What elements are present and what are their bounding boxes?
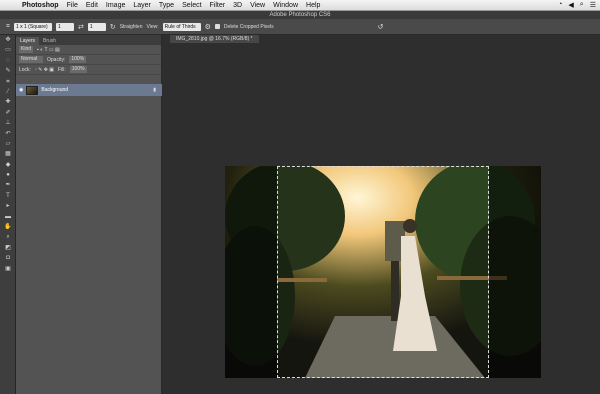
menu-3d[interactable]: 3D [229,2,246,9]
hand-tool-icon[interactable]: ✋ [0,222,16,232]
ratio-select[interactable]: 1 x 1 (Square) [13,22,52,31]
blend-row: Normal Opacity: 100% [16,55,161,65]
color-swatches-icon[interactable]: ◩ [0,243,16,253]
crop-tool-icon[interactable]: ⌗ [6,23,10,31]
path-select-tool-icon[interactable]: ▸ [0,201,16,211]
view-label: View: [146,23,159,30]
gradient-tool-icon[interactable]: ▦ [0,149,16,159]
search-icon[interactable]: ⌕ [580,1,584,9]
layers-panel: Layers Brush Kind ▪ ◐ T ▭ ▤ Normal Opaci… [16,35,162,394]
menu-filter[interactable]: Filter [206,2,230,9]
wifi-icon[interactable]: ◔ [558,1,562,9]
document-tab[interactable]: IMG_2810.jpg @ 16.7% (RGB/8) * [170,35,259,43]
panel-tabs: Layers Brush [16,35,161,45]
menu-photoshop[interactable]: Photoshop [18,2,63,9]
delete-cropped-checkbox[interactable] [214,24,220,29]
eraser-tool-icon[interactable]: ▱ [0,139,16,149]
window-title: Adobe Photoshop CS6 [0,11,600,19]
layer-name: Background [41,87,69,93]
list-icon[interactable]: ☰ [590,1,596,9]
options-bar: ⌗ 1 x 1 (Square) 1 ⇄ 1 ↻ Straighten View… [0,19,600,35]
lasso-tool-icon[interactable]: ◌ [0,56,16,66]
screen-mode-icon[interactable]: ▣ [0,264,16,274]
tab-layers[interactable]: Layers [16,37,40,45]
tab-brush[interactable]: Brush [39,37,60,45]
menu-select[interactable]: Select [178,2,205,9]
blend-mode-select[interactable]: Normal [19,56,43,63]
menu-layer[interactable]: Layer [129,2,155,9]
opacity-label: Opacity: [47,56,66,63]
lock-icon: ▮ [153,87,156,93]
filter-icons[interactable]: ▪ ◐ T ▭ ▤ [37,47,60,53]
eyedropper-tool-icon[interactable]: ⁄ [0,87,16,97]
menu-window[interactable]: Window [269,2,302,9]
delete-cropped-label: Delete Cropped Pixels [223,23,274,30]
menu-view[interactable]: View [246,2,269,9]
view-select[interactable]: Rule of Thirds [162,22,201,31]
quick-mask-icon[interactable]: ◘ [0,253,16,263]
ratio-width-field[interactable]: 1 [55,22,74,31]
dodge-tool-icon[interactable]: ● [0,170,16,180]
menu-bar: Photoshop File Edit Image Layer Type Sel… [0,0,600,11]
move-tool-icon[interactable]: ✥ [0,35,16,45]
straighten-button[interactable]: Straighten [120,24,143,30]
pen-tool-icon[interactable]: ✒ [0,180,16,190]
gear-icon[interactable]: ⚙ [205,23,211,31]
brush-tool-icon[interactable]: ✐ [0,108,16,118]
reset-icon[interactable]: ↺ [378,23,384,31]
crop-bounding-box[interactable] [277,166,489,378]
layer-thumbnail [26,85,39,95]
tools-panel: ✥ ▭ ◌ ✎ ⌗ ⁄ ✚ ✐ ⊥ ↶ ▱ ▦ ◆ ● ✒ T ▸ ▬ ✋ ⌕ … [0,35,16,394]
shape-tool-icon[interactable]: ▬ [0,212,16,222]
fill-label: Fill: [58,66,66,73]
image-canvas[interactable] [225,166,541,378]
menu-type[interactable]: Type [155,2,178,9]
filter-row: Kind ▪ ◐ T ▭ ▤ [16,45,161,55]
blur-tool-icon[interactable]: ◆ [0,160,16,170]
lock-label: Lock: [19,66,31,73]
lock-icons[interactable]: ▫ ✎ ✥ ▣ [35,67,54,73]
zoom-tool-icon[interactable]: ⌕ [0,232,16,242]
healing-tool-icon[interactable]: ✚ [0,97,16,107]
volume-icon[interactable]: ◀ [568,1,573,9]
lock-row: Lock: ▫ ✎ ✥ ▣ Fill: 100% [16,65,161,75]
fill-field[interactable]: 100% [69,66,87,73]
menu-image[interactable]: Image [102,2,129,9]
menu-edit[interactable]: Edit [82,2,102,9]
status-icons: ◔ ◀ ⌕ ☰ [558,1,600,9]
document-workspace: IMG_2810.jpg @ 16.7% (RGB/8) * [162,35,600,394]
kind-filter-select[interactable]: Kind [19,46,34,53]
menu-file[interactable]: File [63,2,82,9]
history-brush-tool-icon[interactable]: ↶ [0,129,16,139]
crop-tool-icon[interactable]: ⌗ [0,77,16,87]
layer-background[interactable]: ◉ Background ▮ [16,84,162,96]
ratio-height-field[interactable]: 1 [87,22,106,31]
quick-select-tool-icon[interactable]: ✎ [0,66,16,76]
eye-icon[interactable]: ◉ [19,87,23,93]
rotate-icon[interactable]: ↻ [110,23,116,31]
opacity-field[interactable]: 100% [69,56,87,63]
type-tool-icon[interactable]: T [0,191,16,201]
marquee-tool-icon[interactable]: ▭ [0,45,16,55]
stamp-tool-icon[interactable]: ⊥ [0,118,16,128]
swap-icon[interactable]: ⇄ [78,23,84,31]
menu-help[interactable]: Help [302,2,324,9]
